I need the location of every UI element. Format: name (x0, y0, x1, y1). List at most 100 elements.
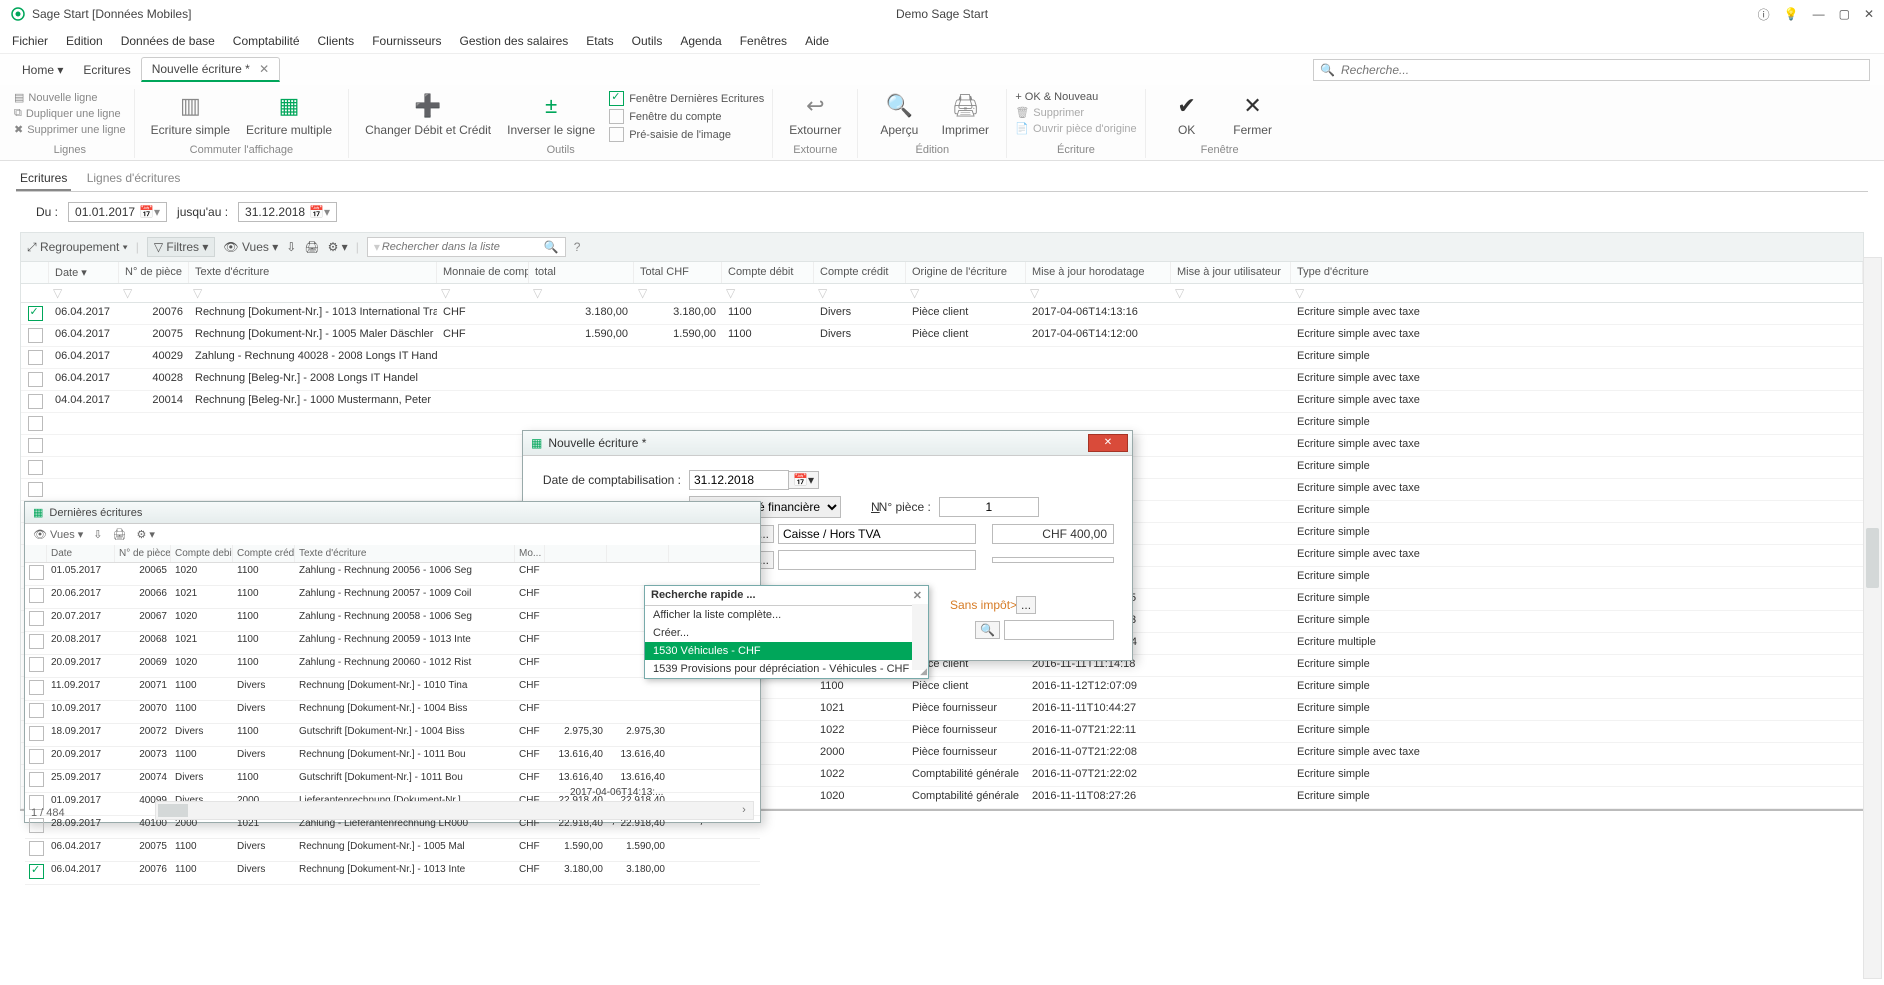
maximize-button[interactable]: ▢ (1839, 7, 1850, 21)
row-checkbox[interactable] (28, 328, 43, 343)
menu-fichier[interactable]: Fichier (12, 34, 48, 48)
help-icon[interactable]: ⓘ (1758, 6, 1770, 23)
table-row[interactable]: 06.04.201720076Rechnung [Dokument-Nr.] -… (21, 303, 1863, 325)
panel-col-header[interactable]: Mo... (515, 545, 545, 562)
date-picker-icon[interactable]: 📅▾ (788, 471, 819, 489)
ribbon-ok[interactable]: ✔OK (1154, 91, 1220, 139)
input-image[interactable] (1004, 620, 1114, 640)
ribbon-inverser-signe[interactable]: ±Inverser le signe (499, 91, 603, 139)
table-row[interactable]: 06.04.201740028Rechnung [Beleg-Nr.] - 20… (21, 369, 1863, 391)
chk-fenetre-dernieres[interactable]: Fenêtre Dernières Ecritures (609, 91, 764, 106)
menu-edition[interactable]: Edition (66, 34, 103, 48)
sans-impot[interactable]: Sans impôt> (950, 598, 1017, 612)
resize-grip-icon[interactable]: ◢ (920, 666, 927, 677)
panel-row[interactable]: 01.05.20172006510201100Zahlung - Rechnun… (25, 563, 760, 586)
col-header[interactable]: Type d'écriture (1291, 262, 1863, 283)
du-date[interactable]: 01.01.2017📅▾ (68, 202, 167, 222)
col-header[interactable]: total (529, 262, 634, 283)
panel-export-icon[interactable]: ⇩ (93, 528, 102, 541)
row-checkbox[interactable] (28, 394, 43, 409)
ribbon-apercu[interactable]: 🔍Aperçu (866, 91, 932, 139)
subtab-ecritures[interactable]: Ecritures (16, 167, 71, 191)
panel-col-header[interactable] (607, 545, 669, 562)
global-search-input[interactable] (1339, 62, 1863, 78)
menu-fournisseurs[interactable]: Fournisseurs (372, 34, 441, 48)
menu-etats[interactable]: Etats (586, 34, 613, 48)
menu-données de base[interactable]: Données de base (121, 34, 215, 48)
menu-outils[interactable]: Outils (632, 34, 663, 48)
panel-row[interactable]: 11.09.2017200711100DiversRechnung [Dokum… (25, 678, 760, 701)
col-header[interactable]: Mise à jour utilisateur (1171, 262, 1291, 283)
v-scrollbar[interactable] (1863, 257, 1882, 979)
panel-gear-icon[interactable]: ⚙ ▾ (136, 528, 154, 541)
calendar-icon[interactable]: 📅▾ (309, 205, 330, 219)
col-header[interactable]: Texte d'écriture (189, 262, 437, 283)
panel-col-header[interactable]: Compte debit (171, 545, 233, 562)
input-debit-desc[interactable] (778, 524, 976, 544)
row-checkbox[interactable] (28, 350, 43, 365)
btn-vues[interactable]: 👁 Vues ▾ (223, 240, 278, 254)
dialog-close-button[interactable]: ✕ (1088, 434, 1128, 452)
btn-print-icon[interactable]: 🖨 (304, 240, 319, 254)
col-header[interactable]: N° de pièce (119, 262, 189, 283)
btn-filtres[interactable]: ▽ Filtres ▾ (147, 237, 216, 257)
ribbon-dupliquer-ligne[interactable]: ⧉Dupliquer une ligne (14, 107, 126, 120)
home-button[interactable]: Home ▾ (12, 59, 73, 81)
menu-fenêtres[interactable]: Fenêtres (740, 34, 787, 48)
tab-nouvelle-ecriture[interactable]: Nouvelle écriture * ✕ (141, 57, 280, 82)
dropdown-item[interactable]: Créer... (645, 624, 928, 642)
menu-gestion des salaires[interactable]: Gestion des salaires (460, 34, 569, 48)
dropdown-scrollbar[interactable] (912, 604, 928, 670)
btn-export-icon[interactable]: ⇩ (286, 240, 296, 254)
input-npiece[interactable] (939, 497, 1039, 517)
lightbulb-icon[interactable]: 💡 (1784, 7, 1799, 21)
panel-row[interactable]: 10.09.2017200701100DiversRechnung [Dokum… (25, 701, 760, 724)
panel-col-header[interactable]: N° de pièce (115, 545, 171, 562)
btn-help-icon[interactable]: ? (574, 240, 581, 254)
tab-close-icon[interactable]: ✕ (259, 62, 269, 76)
dropdown-close-icon[interactable]: ✕ (913, 589, 922, 602)
menu-agenda[interactable]: Agenda (680, 34, 721, 48)
panel-col-header[interactable]: Texte d'écriture (295, 545, 515, 562)
dialog-titlebar[interactable]: ▦ Nouvelle écriture * ✕ (523, 431, 1132, 456)
dropdown-item[interactable]: 1539 Provisions pour dépréciation - Véhi… (645, 660, 928, 678)
chk-presaisie-image[interactable]: Pré-saisie de l'image (609, 127, 764, 142)
search-icon[interactable]: 🔍 (544, 240, 559, 254)
input-date[interactable] (689, 470, 789, 490)
close-button[interactable]: ✕ (1864, 7, 1874, 21)
ribbon-changer-debit-credit[interactable]: ➕Changer Débit et Crédit (357, 91, 499, 139)
panel-row[interactable]: 06.04.2017200761100DiversRechnung [Dokum… (25, 862, 760, 885)
table-row[interactable]: 06.04.201740029Zahlung - Rechnung 40028 … (21, 347, 1863, 369)
chk-fenetre-compte[interactable]: Fenêtre du compte (609, 109, 764, 124)
btn-regroupement[interactable]: ⤢ Regroupement ▾ (27, 240, 128, 255)
panel-col-header[interactable]: Compte crédit (233, 545, 295, 562)
panel-row[interactable]: 18.09.201720072Divers1100Gutschrift [Dok… (25, 724, 760, 747)
ribbon-ok-nouveau[interactable]: + OK & Nouveau (1015, 91, 1136, 103)
menu-comptabilité[interactable]: Comptabilité (233, 34, 300, 48)
grid-search[interactable]: ▾🔍 (367, 237, 566, 257)
input-credit-desc[interactable] (778, 550, 976, 570)
panel-print-icon[interactable]: 🖨 (113, 528, 127, 541)
row-checkbox[interactable] (28, 482, 43, 497)
scrollbar-thumb[interactable] (1866, 528, 1879, 588)
row-checkbox[interactable] (28, 372, 43, 387)
col-header[interactable]: Monnaie de comptabilisat... (437, 262, 529, 283)
panel-col-header[interactable] (545, 545, 607, 562)
col-header[interactable]: Origine de l'écriture (906, 262, 1026, 283)
au-date[interactable]: 31.12.2018📅▾ (238, 202, 337, 222)
tab-ecritures[interactable]: Ecritures (73, 59, 140, 81)
minimize-button[interactable]: — (1813, 7, 1825, 21)
row-checkbox[interactable] (28, 438, 43, 453)
btn-gear-icon[interactable]: ⚙ ▾ (328, 240, 348, 254)
col-header[interactable]: Compte crédit (814, 262, 906, 283)
calendar-icon[interactable]: 📅▾ (139, 205, 160, 219)
ribbon-ecriture-multiple[interactable]: ▦Ecriture multiple (238, 91, 340, 139)
table-row[interactable]: 04.04.201720014Rechnung [Beleg-Nr.] - 10… (21, 391, 1863, 413)
panel-col-header[interactable]: Date (47, 545, 115, 562)
panel-row[interactable]: 06.04.2017200751100DiversRechnung [Dokum… (25, 839, 760, 862)
panel-col-header[interactable] (25, 545, 47, 562)
menu-aide[interactable]: Aide (805, 34, 829, 48)
ribbon-imprimer[interactable]: 🖨Imprimer (932, 91, 998, 139)
col-header[interactable]: Total CHF (634, 262, 722, 283)
lookup-tax-icon[interactable]: ... (1016, 596, 1036, 614)
